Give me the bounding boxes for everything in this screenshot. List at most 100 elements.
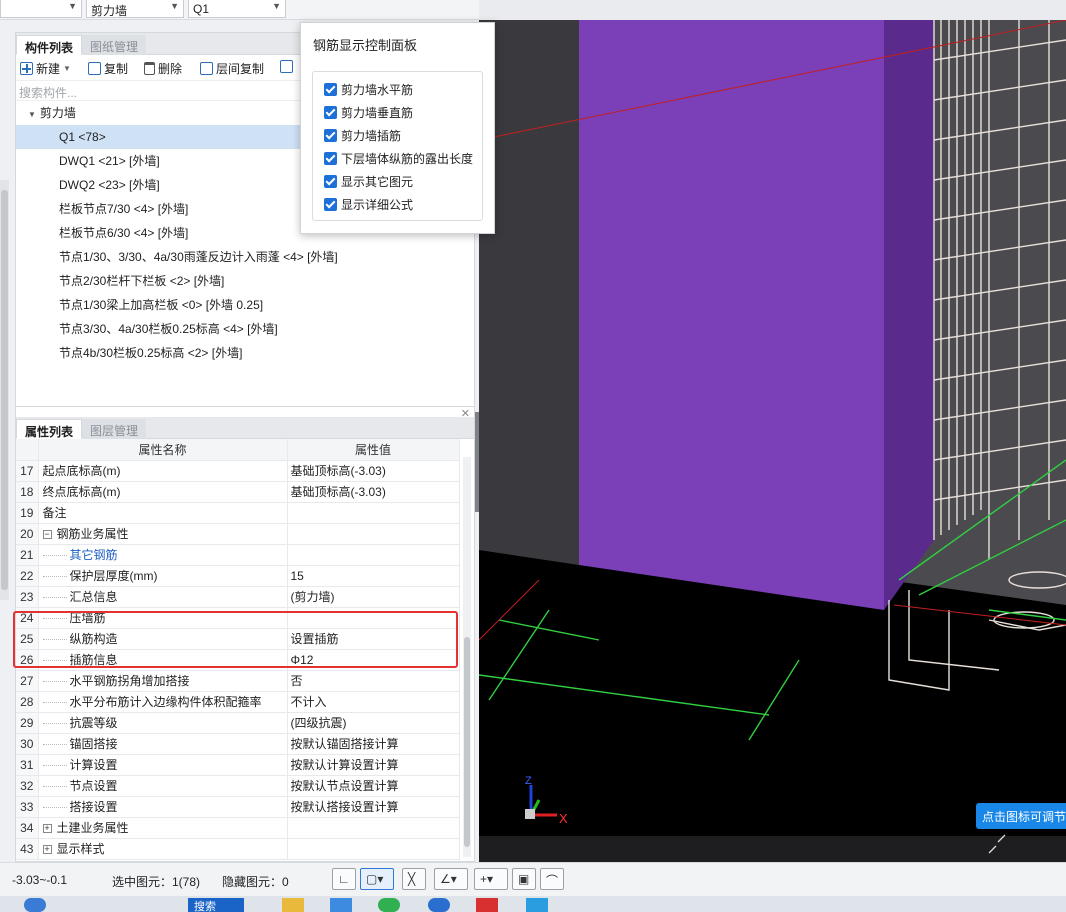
- checkbox-checked-icon[interactable]: [324, 197, 337, 211]
- attr-value[interactable]: Φ12: [287, 649, 460, 671]
- attr-value[interactable]: [287, 607, 460, 629]
- attribute-row[interactable]: 28 水平分布筋计入边缘构件体积配箍率 不计入: [16, 691, 460, 713]
- attribute-row[interactable]: 20− 钢筋业务属性: [16, 523, 460, 545]
- wechat-icon[interactable]: [378, 898, 400, 912]
- taskbar-search-button[interactable]: 搜索: [188, 898, 244, 912]
- attr-value[interactable]: [287, 817, 460, 839]
- attribute-row[interactable]: 17 起点底标高(m) 基础顶标高(-3.03): [16, 460, 460, 482]
- option-exposed-length[interactable]: 下层墙体纵筋的露出长度: [324, 149, 473, 167]
- tree-indent-line: [42, 576, 67, 577]
- attr-value[interactable]: 按默认搭接设置计算: [287, 796, 460, 818]
- collapse-icon[interactable]: −: [42, 530, 52, 539]
- attribute-row[interactable]: 27 水平钢筋拐角增加搭接 否: [16, 670, 460, 692]
- attr-value[interactable]: 按默认锚固搭接计算: [287, 733, 460, 755]
- new-button[interactable]: 新建 ▼: [20, 60, 71, 77]
- attr-name-label: 终点底标高(m): [42, 485, 121, 499]
- copy-button[interactable]: 复制: [88, 60, 128, 77]
- attr-value[interactable]: [287, 544, 460, 566]
- attribute-row[interactable]: 34 + 土建业务属性: [16, 817, 460, 839]
- attr-name-label: 压墙筋: [69, 611, 106, 625]
- tree-item[interactable]: 节点1/30、3/30、4a/30雨蓬反边计入雨蓬 <4> [外墙]: [16, 245, 474, 269]
- elevation-range: -3.03~-0.1: [12, 873, 68, 887]
- attr-name-label: 备注: [42, 506, 67, 520]
- component-type-select[interactable]: 剪力墙 ▼: [86, 0, 184, 18]
- attribute-row[interactable]: 29 抗震等级 (四级抗震): [16, 712, 460, 734]
- attr-value[interactable]: [287, 502, 460, 524]
- glodon-icon[interactable]: [526, 898, 548, 912]
- attr-value[interactable]: 15: [287, 565, 460, 587]
- row-number: 26: [16, 649, 39, 671]
- attribute-row[interactable]: 43 + 显示样式: [16, 838, 460, 860]
- wall-edge: [884, 20, 934, 610]
- option-horizontal-rebar[interactable]: 剪力墙水平筋: [324, 80, 413, 98]
- ortho-button[interactable]: ∟: [332, 868, 356, 890]
- attr-value[interactable]: [287, 523, 460, 545]
- expand-icon[interactable]: +: [42, 845, 52, 854]
- tree-item[interactable]: 节点1/30梁上加高栏板 <0> [外墙 0.25]: [16, 293, 474, 317]
- tab-drawing-management[interactable]: 图纸管理: [82, 35, 147, 55]
- attribute-row[interactable]: 22 保护层厚度(mm) 15: [16, 565, 460, 587]
- floor-select[interactable]: ▼: [0, 0, 82, 18]
- attribute-row[interactable]: 32 节点设置 按默认节点设置计算: [16, 775, 460, 797]
- attribute-row[interactable]: 23 汇总信息 (剪力墙): [16, 586, 460, 608]
- attribute-row[interactable]: 33 搭接设置 按默认搭接设置计算: [16, 796, 460, 818]
- attr-name-label: 节点设置: [69, 779, 118, 793]
- attr-value[interactable]: 基础顶标高(-3.03): [287, 481, 460, 503]
- attribute-row[interactable]: 25 纵筋构造 设置插筋: [16, 628, 460, 650]
- app-icon[interactable]: [330, 898, 352, 912]
- hint-tooltip[interactable]: 点击图标可调节: [976, 803, 1066, 829]
- attribute-row[interactable]: 18 终点底标高(m) 基础顶标高(-3.03): [16, 481, 460, 503]
- attr-name: 压墙筋: [38, 607, 288, 629]
- left-scrollbar[interactable]: [0, 180, 9, 600]
- checkbox-checked-icon[interactable]: [324, 174, 337, 188]
- delete-button[interactable]: 删除: [144, 60, 182, 77]
- attribute-row[interactable]: 19 备注: [16, 502, 460, 524]
- attribute-row[interactable]: 21 其它钢筋: [16, 544, 460, 566]
- folder-icon[interactable]: [282, 898, 304, 912]
- display-button[interactable]: ▣: [512, 868, 536, 890]
- checkbox-checked-icon[interactable]: [324, 151, 337, 165]
- more-tools-button[interactable]: [280, 60, 293, 73]
- tree-item[interactable]: 节点3/30、4a/30栏板0.25标高 <4> [外墙]: [16, 317, 474, 341]
- checkbox-checked-icon[interactable]: [324, 105, 337, 119]
- attribute-row[interactable]: 24 压墙筋: [16, 607, 460, 629]
- attr-value[interactable]: 不计入: [287, 691, 460, 713]
- attribute-row[interactable]: 26 插筋信息 Φ12: [16, 649, 460, 671]
- tree-item[interactable]: 节点2/30栏杆下栏板 <2> [外墙]: [16, 269, 474, 293]
- attr-value[interactable]: (四级抗震): [287, 712, 460, 734]
- attr-value[interactable]: 否: [287, 670, 460, 692]
- tree-item[interactable]: 节点4b/30栏板0.25标高 <2> [外墙]: [16, 341, 474, 365]
- tab-component-list[interactable]: 构件列表: [16, 35, 83, 55]
- attribute-scrollbar[interactable]: [463, 457, 471, 857]
- option-dowel-rebar[interactable]: 剪力墙插筋: [324, 126, 401, 144]
- option-vertical-rebar[interactable]: 剪力墙垂直筋: [324, 103, 413, 121]
- tab-layer-management[interactable]: 图层管理: [82, 419, 147, 439]
- checkbox-checked-icon[interactable]: [324, 128, 337, 142]
- wps-icon[interactable]: [476, 898, 498, 912]
- attr-value[interactable]: 按默认节点设置计算: [287, 775, 460, 797]
- attr-value[interactable]: 按默认计算设置计算: [287, 754, 460, 776]
- browser-icon[interactable]: [428, 898, 450, 912]
- angle-button[interactable]: ∠▾: [434, 868, 468, 890]
- monitor-icon: ▣: [518, 872, 530, 886]
- component-select[interactable]: Q1 ▼: [188, 0, 286, 18]
- attr-value[interactable]: [287, 838, 460, 860]
- attr-value[interactable]: 基础顶标高(-3.03): [287, 460, 460, 482]
- cross-button[interactable]: ╳: [402, 868, 426, 890]
- option-show-formula[interactable]: 显示详细公式: [324, 195, 413, 213]
- checkbox-checked-icon[interactable]: [324, 82, 337, 96]
- search-icon[interactable]: [24, 898, 46, 912]
- object-snap-button[interactable]: ▢▾: [360, 868, 394, 890]
- attribute-row[interactable]: 31 计算设置 按默认计算设置计算: [16, 754, 460, 776]
- attr-value[interactable]: (剪力墙): [287, 586, 460, 608]
- attribute-row[interactable]: 30 锚固搭接 按默认锚固搭接计算: [16, 733, 460, 755]
- tab-attribute-list[interactable]: 属性列表: [16, 419, 83, 439]
- floor-copy-button[interactable]: 层间复制: [200, 60, 264, 77]
- expand-icon[interactable]: +: [42, 824, 52, 833]
- option-show-other-elements[interactable]: 显示其它图元: [324, 172, 413, 190]
- curve-button[interactable]: ⌒: [540, 868, 564, 890]
- attr-value[interactable]: 设置插筋: [287, 628, 460, 650]
- dim-button[interactable]: +▾: [474, 868, 508, 890]
- 3d-viewport[interactable]: 700 Z X: [479, 20, 1066, 862]
- row-number: 20: [16, 523, 39, 545]
